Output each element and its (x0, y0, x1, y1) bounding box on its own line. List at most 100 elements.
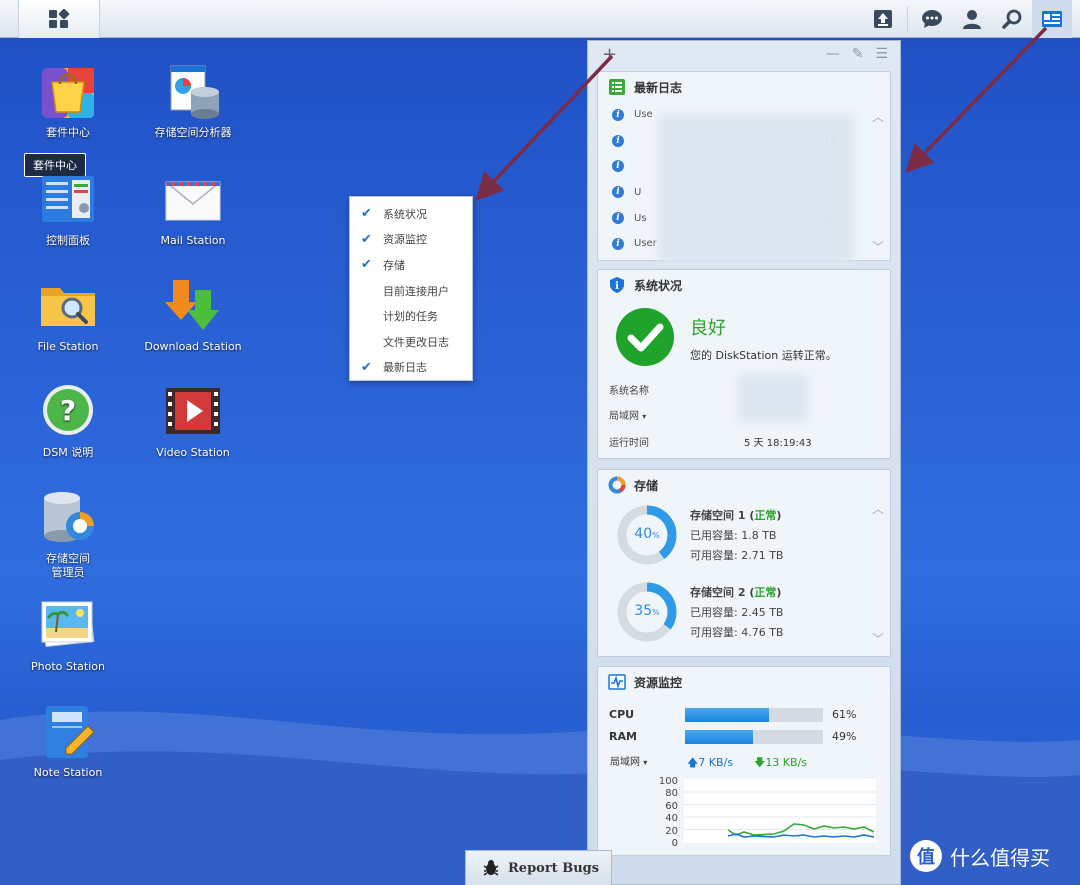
widget-title: 存储 (634, 478, 659, 493)
donut-chart-icon (608, 476, 626, 494)
ram-percent: 49% (832, 730, 857, 743)
arrow-up-icon: 🡅 (687, 756, 699, 769)
desktop-icon-label: Mail Station (160, 234, 226, 247)
search-icon (1002, 9, 1022, 29)
taskbar-divider (907, 6, 908, 32)
main-menu-button[interactable] (18, 0, 100, 38)
desktop-icon-label: 控制面板 (46, 234, 90, 247)
used-capacity: 已用容量: 2.45 TB (690, 606, 784, 619)
upload-queue-button[interactable] (863, 0, 903, 38)
download-arrows-icon (165, 280, 219, 330)
panel-settings-icon[interactable]: ☰ (875, 46, 888, 62)
desktop-icon-label: Note Station (33, 766, 103, 779)
widget-panel: + — ✎ ☰ 最新日志 iUse i i iU iUs iUser 15 2(… (587, 40, 901, 885)
report-bugs-label: Report Bugs (508, 860, 600, 876)
network-traffic-chart (684, 779, 876, 843)
menu-item-storage[interactable]: ✔ 存储 (350, 252, 472, 278)
widget-header: 资源监控 (598, 667, 890, 697)
desktop-icon-label: 套件中心 (46, 126, 90, 139)
volume-info: 存储空间 2 (正常) 已用容量: 2.45 TB 可用容量: 4.76 TB (690, 583, 783, 643)
checkmark-icon: ✔ (361, 206, 372, 222)
widget-selection-menu: ✔ 系统状况 ✔ 资源监控 ✔ 存储 目前连接用户 计划的任务 文件更改日志 ✔… (349, 196, 473, 381)
checkmark-icon: ✔ (361, 359, 372, 375)
site-watermark: 值 什么值得买 (910, 840, 1050, 872)
free-capacity: 可用容量: 2.71 TB (690, 549, 784, 562)
user-icon (963, 10, 981, 29)
add-widget-icon[interactable]: + (602, 44, 617, 65)
cpu-percent: 61% (832, 708, 857, 721)
search-button[interactable] (992, 0, 1032, 38)
network-lan-dropdown[interactable]: 局域网 ▾ (610, 753, 647, 768)
scroll-down-icon[interactable]: ﹀ (872, 238, 884, 255)
svg-text:?: ? (60, 394, 76, 427)
menu-item-connected-users[interactable]: 目前连接用户 (350, 278, 472, 304)
folder-search-icon (41, 288, 95, 326)
widget-title: 系统状况 (634, 278, 683, 293)
menu-item-file-change-log[interactable]: 文件更改日志 (350, 329, 472, 355)
scroll-up-icon[interactable]: ︿ (872, 108, 884, 125)
recent-logs-widget: 最新日志 iUse i i iU iUs iUser 15 2( ︿ ﹀ (597, 71, 891, 264)
widget-header: i 系统状况 (598, 270, 890, 300)
watermark-text: 什么值得买 (950, 845, 1050, 870)
widget-panel-toolbar: + — ✎ ☰ (588, 41, 900, 69)
volume-title: 存储空间 1 (正常) (690, 509, 782, 522)
desktop-icon-video-station[interactable]: Video Station (138, 382, 248, 460)
menu-item-recent-logs[interactable]: ✔ 最新日志 (350, 355, 472, 381)
scroll-up-icon[interactable]: ︿ (872, 500, 884, 517)
menu-item-label: 资源监控 (383, 233, 427, 247)
ram-usage-fill (685, 730, 753, 744)
widgets-toggle-button[interactable] (1032, 0, 1072, 38)
desktop-icon-label: Photo Station (31, 660, 105, 673)
bug-icon (483, 860, 499, 876)
desktop-icon-file-station[interactable]: File Station (13, 276, 123, 354)
info-icon: i (612, 134, 624, 147)
menu-item-scheduled-tasks[interactable]: 计划的任务 (350, 303, 472, 329)
pin-icon[interactable]: ✎ (852, 46, 864, 62)
lan-dropdown[interactable]: 局域网 ▾ (609, 407, 646, 422)
menu-item-system-health[interactable]: ✔ 系统状况 (350, 201, 472, 227)
system-health-widget: i 系统状况 良好 您的 DiskStation 运转正常。 系统名称 局域网 … (597, 269, 891, 459)
info-icon: i (612, 212, 624, 225)
shopping-bag-icon (42, 68, 94, 118)
desktop-icon-control-panel[interactable]: 控制面板 (13, 170, 123, 248)
desktop-icon-package-center[interactable]: 套件中心 (13, 62, 123, 140)
desktop-icon-mail-station[interactable]: Mail Station (138, 170, 248, 248)
widget-panel-icon (1042, 11, 1062, 27)
desktop-icon-label: 存储空间 管理员 (46, 552, 90, 579)
network-chart-y-axis: 100 80 60 40 20 0 (658, 776, 678, 850)
desktop-icon-storage-manager[interactable]: 存储空间 管理员 (13, 488, 123, 580)
desktop-icon-download-station[interactable]: Download Station (138, 276, 248, 354)
report-bugs-button[interactable]: Report Bugs (465, 850, 612, 885)
info-icon: i (612, 237, 624, 250)
desktop-icon-photo-station[interactable]: Photo Station (13, 596, 123, 674)
help-icon: ? (43, 385, 93, 435)
desktop-icon-label: 存储空间分析器 (154, 126, 232, 139)
desktop-icon-label: Download Station (144, 340, 242, 353)
info-icon: i (612, 186, 624, 199)
notifications-button[interactable] (912, 0, 952, 38)
widget-title: 最新日志 (634, 80, 683, 95)
checkmark-icon: ✔ (361, 257, 372, 273)
desktop-icon-dsm-help[interactable]: ? DSM 说明 (13, 382, 123, 460)
desktop-icon-label: DSM 说明 (42, 446, 94, 459)
menu-item-label: 最新日志 (383, 361, 427, 375)
widget-title: 资源监控 (634, 675, 683, 690)
user-options-button[interactable] (952, 0, 992, 38)
storage-widget: 存储 ︿ ﹀ 40% 存储空间 1 (正常) 已用容量: 1.8 TB 可用容量… (597, 469, 891, 657)
minimize-icon[interactable]: — (826, 46, 840, 62)
volume-percent: 40% (634, 526, 660, 542)
system-name-label: 系统名称 (609, 386, 649, 397)
shield-info-icon: i (610, 277, 624, 293)
menu-item-resource-monitor[interactable]: ✔ 资源监控 (350, 227, 472, 253)
status-ok-icon (616, 308, 674, 366)
desktop-icon-storage-analyzer[interactable]: 存储空间分析器 (138, 62, 248, 140)
cpu-usage-bar (685, 708, 823, 722)
svg-text:i: i (615, 281, 619, 292)
scroll-down-icon[interactable]: ﹀ (872, 630, 884, 647)
film-play-icon (166, 388, 220, 434)
redaction-blur (738, 374, 808, 422)
desktop-icon-label: Video Station (156, 446, 230, 459)
pulse-monitor-icon (608, 674, 626, 690)
desktop-icon-note-station[interactable]: Note Station (13, 702, 123, 780)
photo-icon (41, 601, 95, 647)
